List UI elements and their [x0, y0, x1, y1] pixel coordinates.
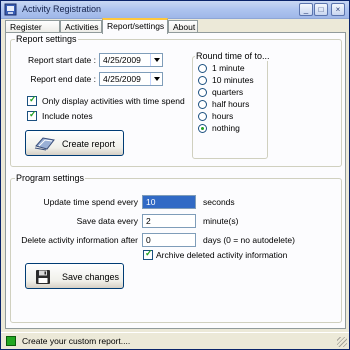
end-date-value: 4/25/2009 — [103, 74, 141, 84]
tab-report-settings[interactable]: Report/settings — [102, 18, 168, 34]
save-interval-input[interactable]: 2 — [142, 214, 196, 228]
radio-nothing-label[interactable]: nothing — [212, 123, 240, 133]
create-report-button[interactable]: Create report — [25, 130, 124, 156]
save-interval-unit: minute(s) — [203, 216, 239, 226]
app-window: Activity Registration _ □ × Register tim… — [0, 0, 350, 350]
create-report-label: Create report — [62, 139, 116, 149]
save-interval-value: 2 — [146, 216, 151, 226]
minimize-button[interactable]: _ — [299, 3, 313, 16]
floppy-disk-icon — [36, 270, 50, 284]
tab-panel: Report settings Report start date : 4/25… — [5, 32, 346, 329]
radio-quarters-label[interactable]: quarters — [212, 87, 243, 97]
status-bar: Create your custom report.... — [1, 332, 349, 349]
delete-after-unit: days (0 = no autodelete) — [203, 235, 295, 245]
close-button[interactable]: × — [331, 3, 345, 16]
radio-hours[interactable] — [198, 112, 207, 121]
checkmark-icon: ✓ — [145, 248, 153, 258]
program-settings-label: Program settings — [15, 173, 86, 183]
archive-checkbox[interactable]: ✓ — [143, 248, 153, 260]
save-interval-label: Save data every — [76, 216, 138, 226]
only-display-checkbox[interactable]: ✓ — [27, 94, 37, 106]
radio-1-minute-label[interactable]: 1 minute — [212, 63, 245, 73]
end-date-picker[interactable]: 4/25/2009 — [99, 72, 163, 86]
radio-half-hours[interactable] — [198, 100, 207, 109]
report-settings-label: Report settings — [15, 34, 78, 44]
radio-hours-label[interactable]: hours — [212, 111, 233, 121]
only-display-label[interactable]: Only display activities with time spend — [42, 96, 185, 106]
start-date-value: 4/25/2009 — [103, 55, 141, 65]
save-changes-button[interactable]: Save changes — [25, 263, 124, 289]
include-notes-checkbox[interactable]: ✓ — [27, 109, 37, 121]
resize-grip-icon[interactable] — [337, 337, 347, 347]
include-notes-label[interactable]: Include notes — [42, 111, 93, 121]
round-time-label: Round time of to... — [195, 51, 271, 61]
radio-quarters[interactable] — [198, 88, 207, 97]
end-date-dropdown-icon[interactable] — [150, 73, 162, 85]
radio-half-hours-label[interactable]: half hours — [212, 99, 249, 109]
maximize-button[interactable]: □ — [314, 3, 328, 16]
delete-after-label: Delete activity information after — [21, 235, 138, 245]
update-interval-unit: seconds — [203, 197, 235, 207]
end-date-label: Report end date : — [30, 74, 96, 84]
radio-10-minutes-label[interactable]: 10 minutes — [212, 75, 254, 85]
update-interval-value: 10 — [146, 197, 156, 207]
app-icon — [4, 3, 17, 16]
start-date-label: Report start date : — [27, 55, 96, 65]
title-bar[interactable]: Activity Registration _ □ × — [1, 1, 349, 19]
start-date-picker[interactable]: 4/25/2009 — [99, 53, 163, 67]
radio-10-minutes[interactable] — [198, 76, 207, 85]
radio-1-minute[interactable] — [198, 64, 207, 73]
update-interval-label: Update time spend every — [43, 197, 139, 207]
archive-label[interactable]: Archive deleted activity information — [156, 250, 287, 260]
update-interval-input[interactable]: 10 — [142, 195, 196, 209]
save-changes-label: Save changes — [62, 272, 120, 282]
status-indicator-icon — [6, 336, 16, 346]
start-date-dropdown-icon[interactable] — [150, 54, 162, 66]
report-icon — [34, 137, 55, 151]
delete-after-input[interactable]: 0 — [142, 233, 196, 247]
radio-nothing[interactable] — [198, 124, 207, 133]
checkmark-icon: ✓ — [29, 94, 37, 104]
window-title: Activity Registration — [22, 4, 102, 14]
delete-after-value: 0 — [146, 235, 151, 245]
checkmark-icon: ✓ — [29, 109, 37, 119]
status-text: Create your custom report.... — [22, 336, 131, 346]
